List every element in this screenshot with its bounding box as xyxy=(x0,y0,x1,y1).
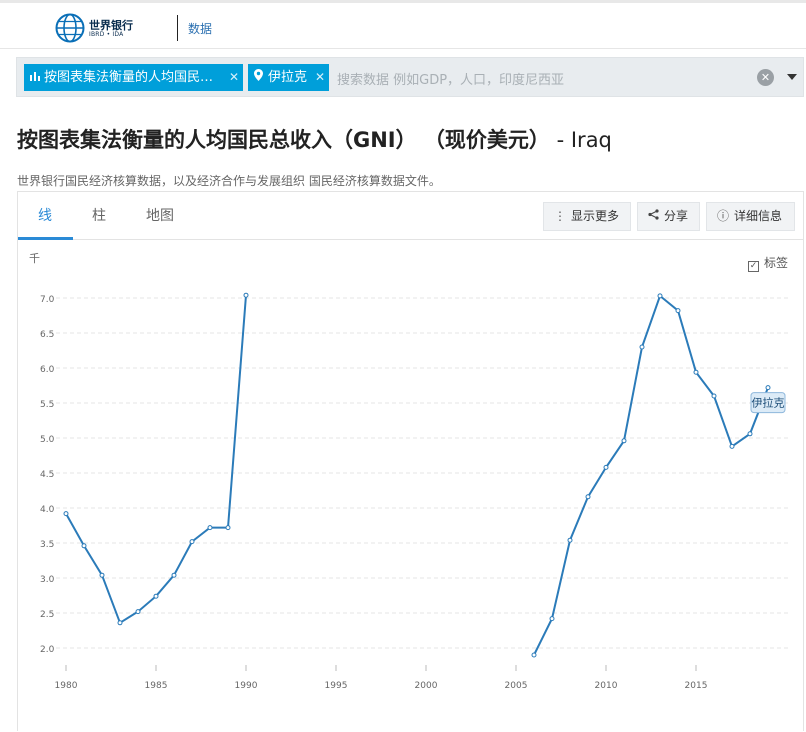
search-bar[interactable]: 按图表集法衡量的人均国民… ✕ 伊拉克 ✕ 搜索数据 例如GDP，人口，印度尼西… xyxy=(16,57,804,97)
y-tick-label: 5.0 xyxy=(40,435,55,445)
y-tick-label: 6.0 xyxy=(40,365,55,375)
y-tick-label: 6.5 xyxy=(40,330,54,340)
y-tick-label: 2.5 xyxy=(40,610,54,620)
data-point xyxy=(63,511,69,517)
data-point xyxy=(171,572,177,578)
indicator-title: 按图表集法衡量的人均国民总收入（GNI） （现价美元） xyxy=(17,128,550,152)
data-point xyxy=(567,537,573,543)
y-tick-label: 7.0 xyxy=(40,295,55,305)
remove-country-icon[interactable]: ✕ xyxy=(315,64,325,91)
data-point xyxy=(693,369,699,375)
x-tick-label: 2005 xyxy=(505,681,528,691)
world-bank-logo-icon[interactable] xyxy=(55,13,85,43)
data-point xyxy=(711,393,717,399)
data-point xyxy=(765,385,771,391)
indicator-chip[interactable]: 按图表集法衡量的人均国民… ✕ xyxy=(24,64,243,91)
data-point xyxy=(585,494,591,500)
data-point xyxy=(531,652,537,658)
data-point xyxy=(225,525,231,531)
y-tick-label: 2.0 xyxy=(40,645,55,655)
data-point xyxy=(81,543,87,549)
country-chip-label: 伊拉克 xyxy=(268,70,308,85)
x-tick-label: 2015 xyxy=(685,681,708,691)
data-point xyxy=(729,443,735,449)
data-point xyxy=(135,609,141,615)
series-line xyxy=(533,294,769,656)
x-tick-label: 2000 xyxy=(415,681,438,691)
logo-subtitle: IBRD • IDA xyxy=(89,31,124,38)
data-point xyxy=(207,525,213,531)
y-tick-label: 4.5 xyxy=(40,470,54,480)
data-point xyxy=(189,539,195,545)
country-title: - Iraq xyxy=(549,128,612,152)
chart-panel: 线 柱 地图 ⋮ 显示更多 分享 ⓘ 详细信息 千 ✓ 标签 2.0 2.5 3.0 3.5… xyxy=(17,191,804,731)
bar-chart-icon xyxy=(30,64,42,91)
nav-data-link[interactable]: 数据 xyxy=(188,20,212,37)
data-point xyxy=(747,431,753,437)
search-input[interactable]: 搜索数据 例如GDP，人口，印度尼西亚 xyxy=(337,69,564,88)
series-line xyxy=(65,295,247,625)
data-source: 世界银行国民经济核算数据，以及经济合作与发展组织 国民经济核算数据文件。 xyxy=(17,174,441,188)
data-point xyxy=(153,593,159,599)
data-point xyxy=(657,293,663,299)
close-circle-icon[interactable]: ✕ xyxy=(757,69,774,86)
country-chip[interactable]: 伊拉克 ✕ xyxy=(248,64,329,91)
data-point xyxy=(675,308,681,314)
x-tick-label: 1980 xyxy=(55,681,78,691)
x-tick-label: 1985 xyxy=(145,681,168,691)
data-point xyxy=(603,464,609,470)
series-label: 伊拉克 xyxy=(752,396,785,410)
header-divider xyxy=(177,15,178,41)
data-point xyxy=(639,344,645,350)
y-tick-label: 4.0 xyxy=(40,505,55,515)
data-point xyxy=(549,616,555,622)
y-tick-label: 3.0 xyxy=(40,575,55,585)
map-pin-icon xyxy=(254,64,266,91)
line-chart: 2.0 2.5 3.0 3.5 4.0 4.5 5.0 5.5 6.0 6.5 7.0 1980 198… xyxy=(40,292,788,691)
data-point xyxy=(117,620,123,626)
page-title: 按图表集法衡量的人均国民总收入（GNI） （现价美元） - Iraq xyxy=(17,124,612,154)
data-point xyxy=(621,438,627,444)
remove-indicator-icon[interactable]: ✕ xyxy=(229,64,239,91)
x-tick-label: 2010 xyxy=(595,681,618,691)
indicator-chip-label: 按图表集法衡量的人均国民… xyxy=(44,70,214,85)
top-header: 世界银行 IBRD • IDA 数据 xyxy=(0,0,806,49)
data-point xyxy=(99,572,105,578)
y-tick-label: 5.5 xyxy=(40,400,54,410)
x-tick-label: 1990 xyxy=(235,681,258,691)
data-point xyxy=(243,292,249,298)
caret-down-icon[interactable] xyxy=(787,74,797,80)
x-tick-label: 1995 xyxy=(325,681,348,691)
y-tick-label: 3.5 xyxy=(40,540,54,550)
